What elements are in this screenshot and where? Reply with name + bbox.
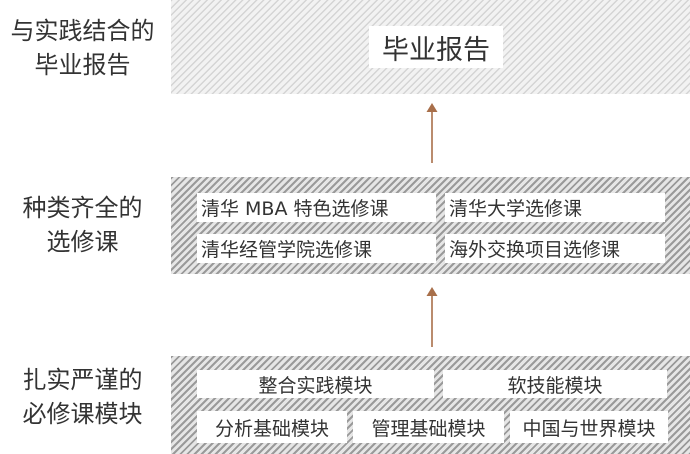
- elective-box-university: 清华大学选修课: [445, 193, 665, 222]
- top-level-label-line1: 与实践结合的: [10, 17, 155, 45]
- required-box-analytical: 分析基础模块: [197, 411, 347, 443]
- middle-level-label-line2: 选修课: [46, 228, 119, 256]
- required-box-integrated-practice: 整合实践模块: [197, 370, 434, 398]
- graduation-report-box: 毕业报告: [369, 26, 503, 68]
- elective-box-sem: 清华经管学院选修课: [197, 234, 436, 263]
- required-box-soft-skills: 软技能模块: [443, 370, 667, 398]
- bottom-level-label-line1: 扎实严谨的: [22, 366, 143, 394]
- bottom-level-label-line2: 必修课模块: [22, 400, 143, 428]
- arrow-up-icon: [426, 103, 438, 163]
- required-box-china-world: 中国与世界模块: [510, 411, 668, 443]
- middle-level-label: 种类齐全的 选修课: [0, 191, 165, 259]
- required-box-management: 管理基础模块: [353, 411, 504, 443]
- top-level-label: 与实践结合的 毕业报告: [0, 14, 165, 82]
- bottom-level-label: 扎实严谨的 必修课模块: [0, 363, 165, 431]
- elective-box-exchange: 海外交换项目选修课: [445, 234, 665, 263]
- top-level-label-line2: 毕业报告: [34, 51, 131, 79]
- arrow-up-icon: [426, 287, 438, 347]
- middle-level-label-line1: 种类齐全的: [22, 194, 143, 222]
- elective-box-mba: 清华 MBA 特色选修课: [197, 193, 436, 222]
